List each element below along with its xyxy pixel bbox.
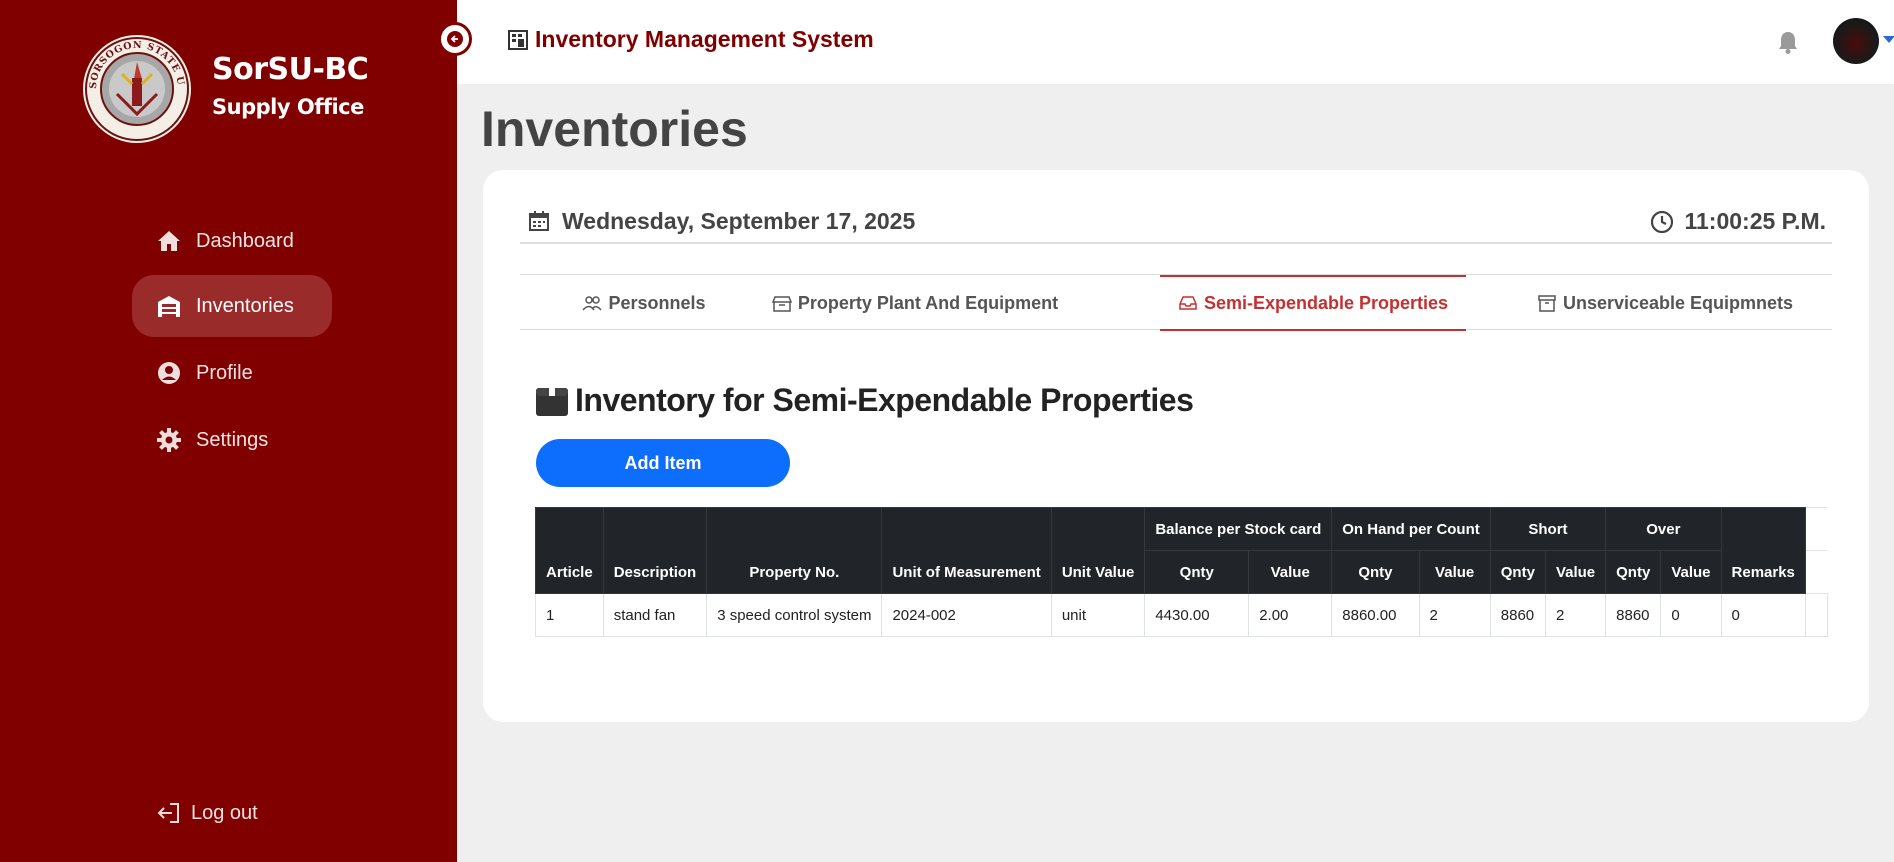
logout-button[interactable]: Log out (155, 800, 258, 826)
inventory-tabs: Personnels Property Plant And Equipment … (520, 274, 1832, 331)
clock-icon (1650, 210, 1674, 234)
inventory-app-icon (507, 28, 531, 52)
col-remarks: Remarks (1720, 507, 1806, 594)
tab-semi-expendable-properties[interactable]: Semi-Expendable Properties (1160, 275, 1466, 331)
cell-over-value: 0 (1660, 593, 1722, 637)
inventory-card: Wednesday, September 17, 2025 11:00:25 P… (483, 170, 1869, 722)
inventory-table: Article Description Property No. Unit of… (535, 507, 1828, 637)
cell-short-value: 2 (1544, 593, 1607, 637)
house-icon (156, 228, 182, 254)
current-date: Wednesday, September 17, 2025 (528, 208, 915, 235)
col-over-qnty: Qnty (1605, 550, 1662, 594)
table-header-row: Article Description Property No. Unit of… (535, 507, 1828, 594)
table-extra-cell (1805, 507, 1828, 551)
col-over-value: Value (1660, 550, 1722, 594)
section-title: Inventory for Semi-Expendable Properties (535, 382, 1194, 419)
section-title-text: Inventory for Semi-Expendable Properties (575, 382, 1194, 418)
cell-remarks: 0 (1720, 593, 1806, 637)
sidebar-item-settings[interactable]: Settings (132, 409, 332, 471)
cell-balance-qnty: 4430.00 (1144, 593, 1250, 637)
sidebar-item-dashboard[interactable]: Dashboard (132, 210, 332, 272)
cell-unit-value: unit (1050, 593, 1146, 637)
cell-description: stand fan (602, 593, 708, 637)
col-balance-value: Value (1248, 550, 1333, 594)
university-logo: SORSOGON STATE UNIVERSITY (77, 26, 192, 144)
sidebar-item-label: Dashboard (196, 229, 294, 252)
sidebar-item-inventories[interactable]: Inventories (132, 275, 332, 337)
col-onhand-qnty: Qnty (1331, 550, 1420, 594)
group-balance-per-stock-card: Balance per Stock card (1144, 507, 1333, 551)
cell-balance-value: 2.00 (1248, 593, 1333, 637)
tab-label: Property Plant And Equipment (797, 292, 1059, 313)
cell-over-qnty: 8860 (1605, 593, 1662, 637)
table-extra-cell (1804, 593, 1828, 637)
group-on-hand-per-count: On Hand per Count (1331, 507, 1491, 551)
current-time: 11:00:25 P.M. (1650, 208, 1826, 235)
tab-property-plant-equipment[interactable]: Property Plant And Equipment (750, 275, 1080, 331)
col-onhand-value: Value (1418, 550, 1491, 594)
top-bar: Inventory Management System (457, 0, 1894, 84)
collapse-sidebar-button[interactable] (438, 22, 472, 56)
table-extra-cell (1805, 550, 1828, 594)
tab-label: Unserviceable Equipmnets (1562, 292, 1794, 313)
warehouse-icon (156, 293, 182, 319)
logout-label: Log out (191, 801, 258, 824)
user-circle-icon (156, 360, 182, 386)
cell-short-qnty: 8860 (1489, 593, 1546, 637)
arrow-left-icon (447, 31, 463, 47)
sidebar-item-label: Inventories (196, 294, 294, 317)
col-description: Description (602, 507, 708, 594)
tab-unserviceable-equipments[interactable]: Unserviceable Equipmnets (1520, 275, 1810, 331)
page-title: Inventories (481, 101, 748, 157)
sidebar-item-label: Profile (196, 361, 253, 384)
avatar[interactable] (1833, 18, 1879, 64)
people-icon (582, 293, 603, 313)
brand-title: SorSU-BC (212, 52, 369, 87)
tab-personnels[interactable]: Personnels (550, 275, 738, 331)
cell-onhand-value: 2 (1418, 593, 1491, 637)
inbox-icon (1178, 293, 1198, 313)
col-short-qnty: Qnty (1489, 550, 1546, 594)
time-text: 11:00:25 P.M. (1684, 208, 1826, 234)
add-item-button[interactable]: Add Item (536, 439, 790, 487)
col-unit-of-measurement: Unit of Measurement (881, 507, 1052, 594)
sidebar-item-profile[interactable]: Profile (132, 342, 332, 404)
calendar-icon (528, 210, 552, 234)
sidebar: SORSOGON STATE UNIVERSITY SorSU-BC Suppl… (0, 0, 457, 862)
datetime-row: Wednesday, September 17, 2025 11:00:25 P… (520, 200, 1832, 244)
gear-icon (156, 427, 182, 453)
chevron-down-icon[interactable] (1883, 36, 1894, 43)
col-property-no: Property No. (706, 507, 883, 594)
cell-onhand-qnty: 8860.00 (1331, 593, 1420, 637)
sidebar-item-label: Settings (196, 428, 269, 451)
table-row[interactable]: 1 stand fan 3 speed control system 2024-… (535, 593, 1828, 637)
col-short-value: Value (1544, 550, 1607, 594)
tab-label: Personnels (608, 292, 706, 313)
app-title-text: Inventory Management System (535, 26, 874, 52)
col-unit-value: Unit Value (1050, 507, 1146, 594)
logout-icon (155, 800, 181, 826)
cell-property-no: 3 speed control system (706, 593, 883, 637)
date-text: Wednesday, September 17, 2025 (562, 208, 916, 234)
cell-unit-of-measurement: 2024-002 (881, 593, 1052, 637)
col-article: Article (535, 507, 604, 594)
col-balance-qnty: Qnty (1144, 550, 1250, 594)
box-icon (535, 384, 569, 418)
cell-article: 1 (535, 593, 604, 637)
box-icon (771, 293, 792, 313)
group-over: Over (1605, 507, 1722, 551)
archive-icon (1537, 293, 1557, 313)
group-short: Short (1489, 507, 1607, 551)
bell-icon[interactable] (1775, 29, 1801, 55)
app-title: Inventory Management System (507, 26, 874, 53)
tab-label: Semi-Expendable Properties (1203, 292, 1449, 313)
brand-subtitle: Supply Office (212, 95, 364, 119)
